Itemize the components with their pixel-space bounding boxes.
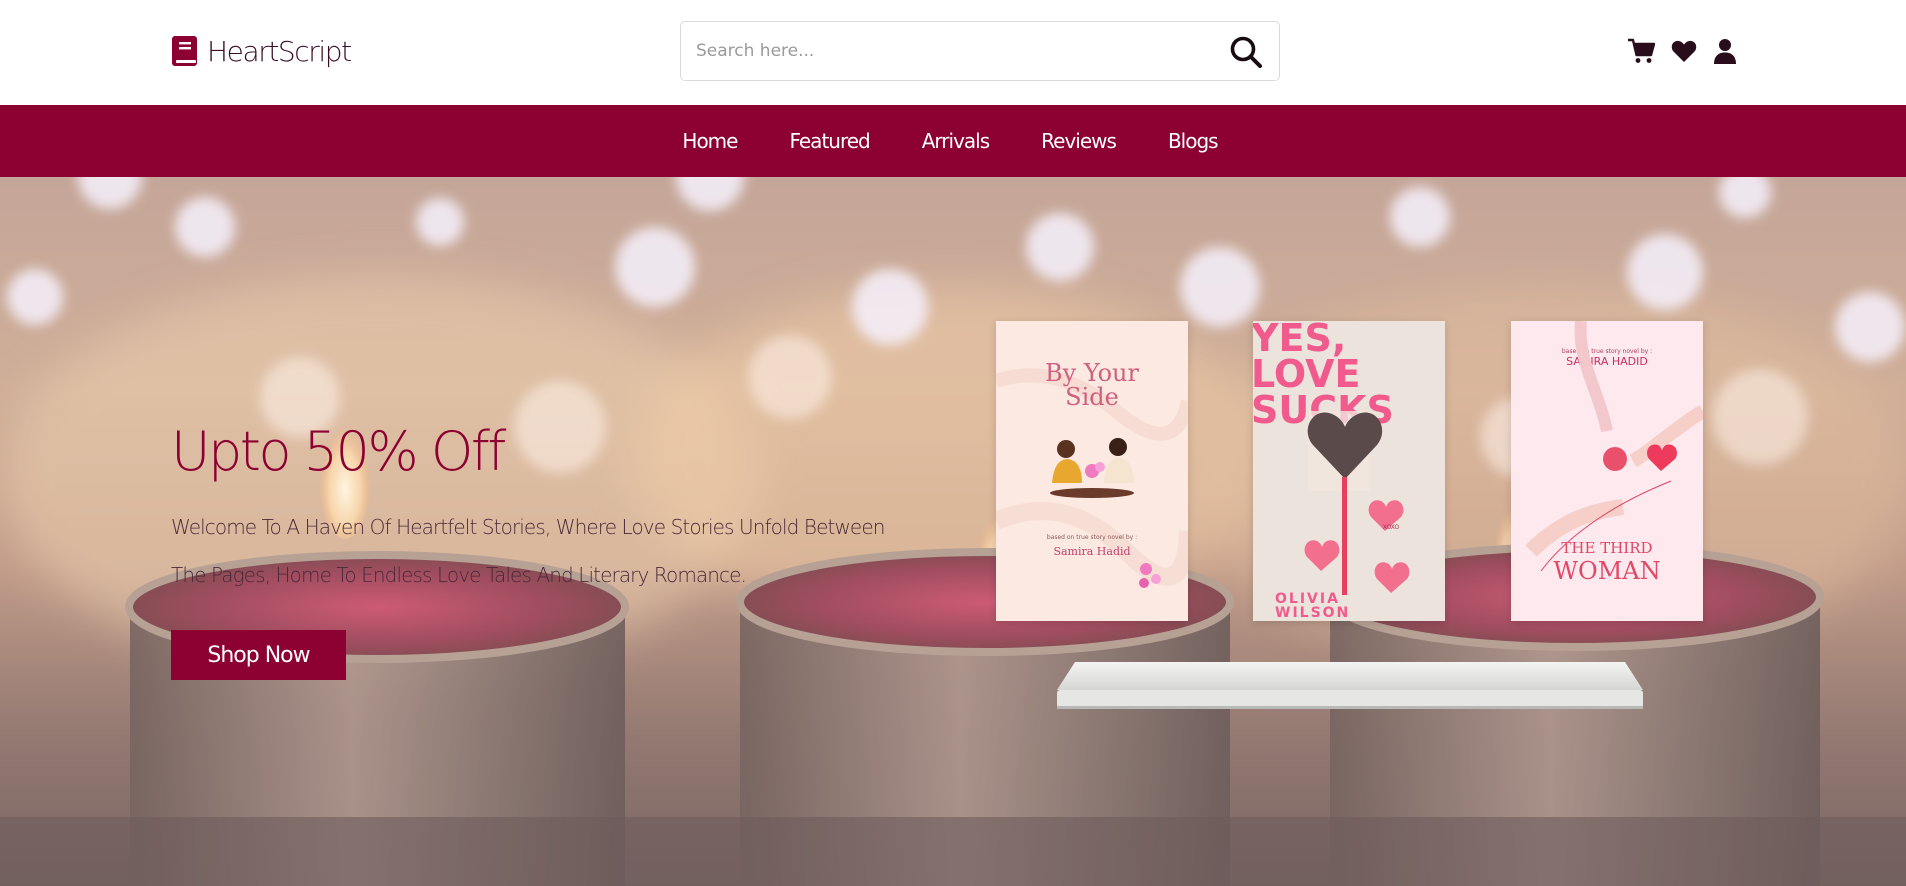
heart-stamp-text: XOXO — [1383, 524, 1400, 531]
nav-home-link[interactable]: Home — [656, 129, 763, 153]
site-header: HeartScript — [0, 0, 1906, 105]
nav-blogs-link[interactable]: Blogs — [1142, 129, 1244, 153]
main-nav: Home Featured Arrivals Reviews Blogs — [0, 105, 1906, 177]
shop-now-button[interactable]: Shop Now — [171, 630, 346, 680]
brand-name: HeartScript — [207, 34, 352, 68]
nav-featured-link[interactable]: Featured — [763, 129, 895, 153]
book-cover-by-your-side[interactable]: By Your Side based on true story novel b… — [996, 321, 1188, 621]
search-icon[interactable] — [1229, 35, 1263, 69]
book-tagline: based on true story novel by : — [1562, 348, 1652, 355]
search-bar — [680, 21, 1280, 81]
nav-reviews-link[interactable]: Reviews — [1015, 129, 1142, 153]
book-title-line1: THE THIRD — [1561, 539, 1652, 557]
search-input[interactable] — [681, 22, 1211, 80]
book-cover-the-third-woman[interactable]: based on true story novel by : SAMIRA HA… — [1511, 321, 1703, 621]
hero-description: Welcome To A Haven Of Heartfelt Stories,… — [171, 515, 885, 587]
book-author: Samira Hadid — [1053, 545, 1130, 558]
hero-title: Upto 50% Off — [171, 420, 506, 483]
book-shelf — [1057, 662, 1643, 709]
header-icons — [1627, 36, 1737, 66]
nav-list: Home Featured Arrivals Reviews Blogs — [656, 129, 1243, 153]
book-icon — [172, 36, 197, 66]
book-cover-yes-love-sucks[interactable]: YES, LOVE SUCKS XOXO OLIVIA WILSON — [1253, 321, 1445, 621]
book-title-line2: WOMAN — [1553, 557, 1660, 585]
heart-icon[interactable] — [1671, 39, 1697, 63]
brand-logo[interactable]: HeartScript — [171, 33, 352, 69]
book-author-line2: WILSON — [1275, 605, 1350, 621]
cart-icon[interactable] — [1627, 38, 1655, 64]
user-icon[interactable] — [1713, 38, 1737, 64]
nav-arrivals-link[interactable]: Arrivals — [896, 129, 1015, 153]
book-tagline: based on true story novel by : — [1047, 534, 1137, 541]
book-title-line2: Side — [1065, 383, 1119, 411]
hero-banner: Upto 50% Off Welcome To A Haven Of Heart… — [0, 177, 1906, 886]
